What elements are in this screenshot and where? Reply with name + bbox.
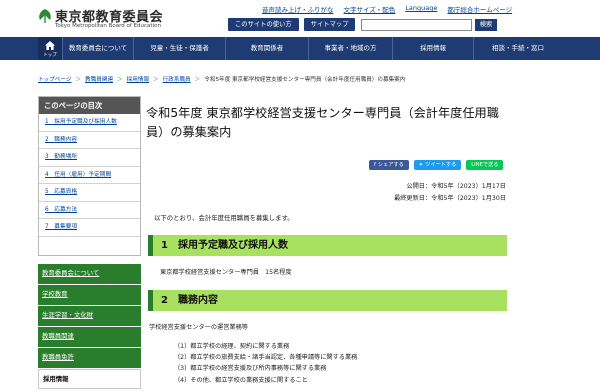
nav-students-parents[interactable]: 児童・生徒・保護者 bbox=[133, 37, 225, 60]
global-nav: トップ 教育委員会について 児童・生徒・保護者 教育関係者 事業者・地域の方 採… bbox=[0, 37, 600, 60]
breadcrumb-current: 令和5年度 東京都学校経営支援センター専門員（会計年度任用職員）の募集案内 bbox=[204, 77, 406, 83]
twitter-bird-icon: ✦ bbox=[418, 162, 424, 168]
toc-link-guidelines[interactable]: 7 募集要項 bbox=[45, 224, 77, 230]
toc-item: 7 募集要項 bbox=[39, 219, 140, 237]
toc-link-application[interactable]: 6 応募方法 bbox=[45, 207, 77, 213]
section-heading-positions: 1 採用予定職及び採用人数 bbox=[148, 235, 507, 256]
page-title: 令和5年度 東京都学校経営支援センター専門員（会計年度任用職員）の募集案内 bbox=[146, 106, 499, 139]
toc-link-duties[interactable]: 2 職務内容 bbox=[45, 137, 77, 143]
list-item: （1）都立学校の経理、契約に関する業務 bbox=[174, 343, 290, 350]
side-item-board[interactable]: 教育委員会について bbox=[38, 264, 141, 284]
toc-item: 1 採用予定職及び採用人数 bbox=[39, 114, 140, 132]
toc-item: 3 勤務場所 bbox=[39, 149, 140, 167]
facebook-icon: f bbox=[374, 162, 376, 168]
search-input[interactable] bbox=[361, 19, 472, 31]
side-item-recruitment[interactable]: 採用情報 bbox=[38, 369, 141, 389]
breadcrumb-admin-staff[interactable]: 行政系職員 bbox=[163, 75, 191, 83]
nav-educators[interactable]: 教育関係者 bbox=[225, 37, 308, 60]
side-menu: 教育委員会について 学校教育 生涯学習・文化財 教職員関連 教職員免許 採用情報 bbox=[38, 264, 141, 391]
line-share-label: LINEで送る bbox=[471, 162, 499, 168]
utility-links: 音声読み上げ・ふりがな 文字サイズ・配色 Language 都庁総合ホームページ bbox=[262, 4, 512, 14]
nav-home[interactable]: トップ bbox=[38, 37, 62, 60]
how-to-use-button[interactable]: このサイトの使い方 bbox=[228, 18, 299, 31]
nav-business-community[interactable]: 事業者・地域の方 bbox=[308, 37, 392, 60]
section-heading-duties: 2 職務内容 bbox=[148, 290, 507, 311]
site-header: 東京都教育委員会 Tokyo Metropolitan Board of Edu… bbox=[0, 0, 600, 37]
breadcrumb-separator: ＞ bbox=[75, 77, 82, 83]
list-item: （2）都立学校の旅費支給・諸手当認定、各種申請等に関する業務 bbox=[174, 354, 358, 362]
toc-item: 5 応募資格 bbox=[39, 184, 140, 202]
lead-text: 以下のとおり、会計年度任用職員を募集します。 bbox=[154, 214, 294, 222]
side-item-lifelong-learning[interactable]: 生涯学習・文化財 bbox=[38, 306, 141, 326]
breadcrumb-separator: ＞ bbox=[194, 77, 201, 83]
ginkgo-logo-icon bbox=[39, 9, 51, 23]
breadcrumb-staff[interactable]: 教職員関連 bbox=[85, 75, 113, 83]
side-item-licenses[interactable]: 教職員免許 bbox=[38, 348, 141, 368]
side-item-school-education[interactable]: 学校教育 bbox=[38, 285, 141, 305]
toc-link-qualifications[interactable]: 5 応募資格 bbox=[45, 189, 77, 195]
list-item: （3）都立学校の経営支援及び所内事務等に関する業務 bbox=[174, 365, 327, 373]
breadcrumb-recruitment[interactable]: 採用情報 bbox=[127, 75, 149, 83]
side-item-staff[interactable]: 教職員関連 bbox=[38, 327, 141, 347]
tweet-label: ツイートする bbox=[425, 162, 457, 168]
language-link[interactable]: Language bbox=[405, 4, 437, 14]
duties-list: （1）都立学校の経理、契約に関する業務 （2）都立学校の旅費支給・諸手当認定、各… bbox=[174, 341, 357, 386]
nav-consultation[interactable]: 相談・手続・窓口 bbox=[473, 37, 562, 60]
search-button[interactable]: 検索 bbox=[475, 19, 497, 31]
site-logo[interactable]: 東京都教育委員会 Tokyo Metropolitan Board of Edu… bbox=[38, 6, 163, 34]
toc-link-workplace[interactable]: 3 勤務場所 bbox=[45, 154, 77, 160]
toc-link-period[interactable]: 4 任用（雇用）予定期間 bbox=[45, 172, 111, 178]
toc-title: このページの目次 bbox=[39, 97, 140, 114]
nav-recruitment[interactable]: 採用情報 bbox=[392, 37, 473, 60]
toc-item: 4 任用（雇用）予定期間 bbox=[39, 167, 140, 184]
list-item: （4）その他、都立学校の業務支援に関すること bbox=[174, 376, 308, 384]
facebook-share-button[interactable]: f シェアする bbox=[369, 160, 409, 170]
breadcrumb-separator: ＞ bbox=[117, 77, 123, 83]
line-share-button[interactable]: LINEで送る bbox=[466, 160, 504, 170]
page-toc: このページの目次 1 採用予定職及び採用人数 2 職務内容 3 勤務場所 4 任… bbox=[38, 96, 141, 256]
text-size-link[interactable]: 文字サイズ・配色 bbox=[344, 4, 396, 14]
published-date: 公開日：令和5年（2023）1月17日 bbox=[406, 183, 506, 190]
nav-home-label: トップ bbox=[43, 53, 57, 58]
nav-board-of-education[interactable]: 教育委員会について bbox=[62, 37, 133, 60]
home-icon bbox=[45, 41, 55, 50]
sitemap-button[interactable]: サイトマップ bbox=[303, 18, 356, 31]
breadcrumb-top[interactable]: トップページ bbox=[38, 75, 71, 83]
breadcrumb: トップページ ＞ 教職員関連 ＞ 採用情報 ＞ 行政系職員 ＞ 令和5年度 東京… bbox=[38, 75, 405, 83]
toc-list: 1 採用予定職及び採用人数 2 職務内容 3 勤務場所 4 任用（雇用）予定期間… bbox=[39, 114, 140, 237]
toc-item: 6 応募方法 bbox=[39, 202, 140, 219]
read-aloud-link[interactable]: 音声読み上げ・ふりがな bbox=[262, 4, 334, 14]
logo-subtitle: Tokyo Metropolitan Board of Education bbox=[55, 23, 161, 29]
positions-text: 東京都学校経営支援センター専門員 15名程度 bbox=[160, 269, 292, 276]
metro-homepage-link[interactable]: 都庁総合ホームページ bbox=[447, 4, 512, 14]
breadcrumb-separator: ＞ bbox=[153, 77, 159, 83]
duties-intro: 学校経営支援センターの運営業務等 bbox=[149, 324, 248, 331]
page-dates: 公開日：令和5年（2023）1月17日 最終更新日：令和5年（2023）1月30… bbox=[362, 181, 506, 205]
facebook-share-label: シェアする bbox=[377, 162, 404, 168]
share-buttons: f シェアする ✦ ツイートする LINEで送る bbox=[369, 160, 504, 170]
updated-date: 最終更新日：令和5年（2023）1月30日 bbox=[394, 194, 506, 202]
utility-buttons: このサイトの使い方 サイトマップ bbox=[228, 18, 356, 31]
tweet-button[interactable]: ✦ ツイートする bbox=[413, 160, 462, 170]
toc-link-positions[interactable]: 1 採用予定職及び採用人数 bbox=[45, 119, 117, 125]
toc-item: 2 職務内容 bbox=[39, 132, 140, 149]
